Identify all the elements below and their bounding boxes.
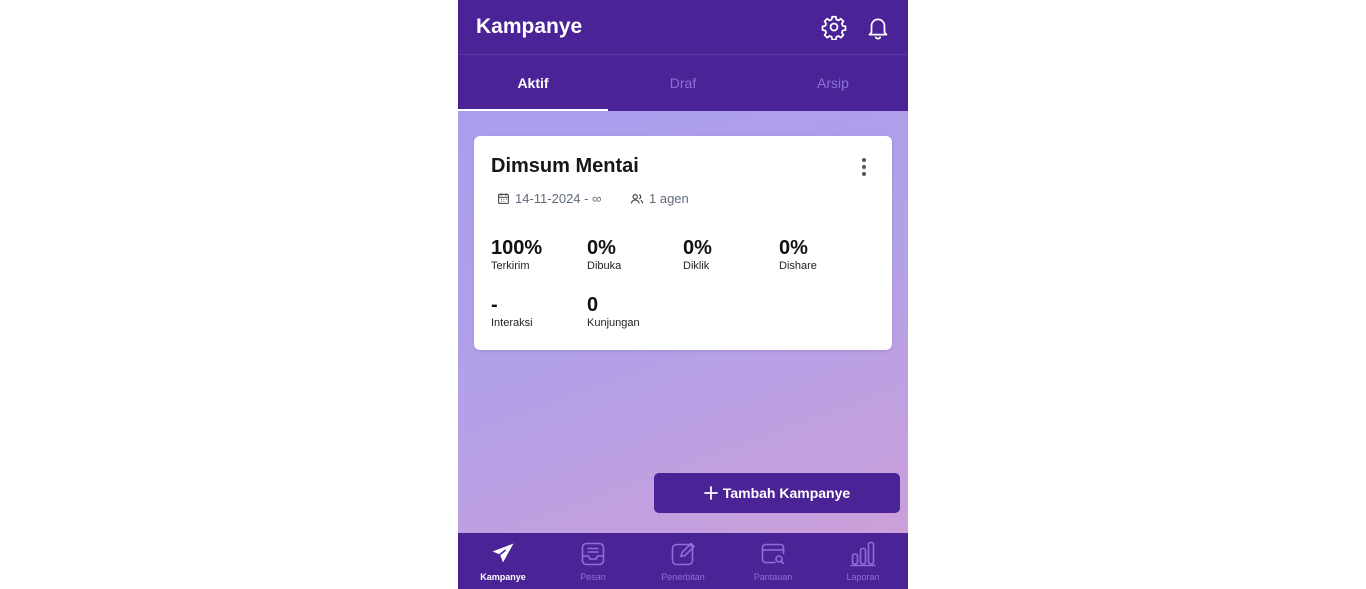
add-campaign-label: Tambah Kampanye: [722, 485, 851, 501]
tab-aktif[interactable]: Aktif: [458, 55, 608, 111]
stat-terkirim: 100% Terkirim: [491, 237, 581, 272]
more-options-icon[interactable]: [858, 156, 870, 180]
nav-kampanye[interactable]: Kampanye: [458, 533, 548, 589]
stat-label: Interaksi: [491, 317, 533, 329]
edit-icon: [671, 542, 695, 566]
bar-chart-icon: [850, 541, 876, 567]
stat-label: Dibuka: [587, 260, 622, 272]
nav-laporan[interactable]: Laporan: [818, 533, 908, 589]
nav-label: Laporan: [846, 572, 880, 582]
stat-kunjungan: 0 Kunjungan: [587, 294, 677, 329]
campaign-date: 14-11-2024 - ∞: [497, 191, 601, 206]
stat-interaksi: - Interaksi: [491, 294, 581, 329]
stat-label: Dishare: [779, 260, 817, 272]
stat-dibuka: 0% Dibuka: [587, 237, 677, 272]
stat-value: 0%: [683, 237, 712, 259]
campaign-tabs: Aktif Draf Arsip: [458, 55, 908, 111]
nav-pantauan[interactable]: Pantauan: [728, 533, 818, 589]
campaign-agents: 1 agen: [630, 191, 689, 206]
app-screen: Kampanye Aktif Draf Arsip Dimsum Mentai …: [458, 0, 908, 589]
campaign-date-text: 14-11-2024 - ∞: [515, 191, 602, 206]
stat-label: Diklik: [683, 260, 710, 272]
stat-value: 0%: [779, 237, 808, 259]
stat-value: 0: [587, 294, 599, 316]
app-header: Kampanye: [458, 0, 908, 55]
stat-value: 100%: [491, 237, 543, 259]
gear-icon[interactable]: [821, 14, 847, 41]
users-icon: [630, 193, 644, 204]
campaign-card[interactable]: Dimsum Mentai 14-11-2024 - ∞ 1 agen 100%…: [474, 136, 892, 350]
nav-penerbitan[interactable]: Penerbitan: [638, 533, 728, 589]
nav-label: Pantauan: [753, 572, 793, 582]
stat-dishare: 0% Dishare: [779, 237, 869, 272]
tab-draf[interactable]: Draf: [608, 55, 758, 111]
bottom-navigation: Kampanye Pesan Penerbitan Pantauan Lapor…: [458, 533, 908, 589]
stat-value: -: [491, 294, 498, 316]
bell-icon[interactable]: [865, 14, 891, 40]
plus-icon: [703, 486, 718, 500]
tab-arsip[interactable]: Arsip: [758, 55, 908, 111]
add-campaign-button[interactable]: Tambah Kampanye: [654, 473, 900, 513]
campaign-name: Dimsum Mentai: [491, 155, 639, 177]
stat-label: Kunjungan: [587, 317, 640, 329]
nav-label: Penerbitan: [661, 572, 705, 582]
stat-label: Terkirim: [491, 260, 530, 272]
nav-label: Kampanye: [480, 572, 526, 582]
stat-diklik: 0% Diklik: [683, 237, 773, 272]
nav-pesan[interactable]: Pesan: [548, 533, 638, 589]
monitor-search-icon: [761, 543, 785, 565]
calendar-icon: [498, 193, 509, 204]
stat-value: 0%: [587, 237, 616, 259]
page-title: Kampanye: [476, 15, 583, 38]
paper-plane-icon: [492, 543, 514, 563]
nav-label: Pesan: [580, 572, 606, 582]
inbox-icon: [581, 542, 605, 566]
campaign-agents-text: 1 agen: [649, 191, 689, 206]
